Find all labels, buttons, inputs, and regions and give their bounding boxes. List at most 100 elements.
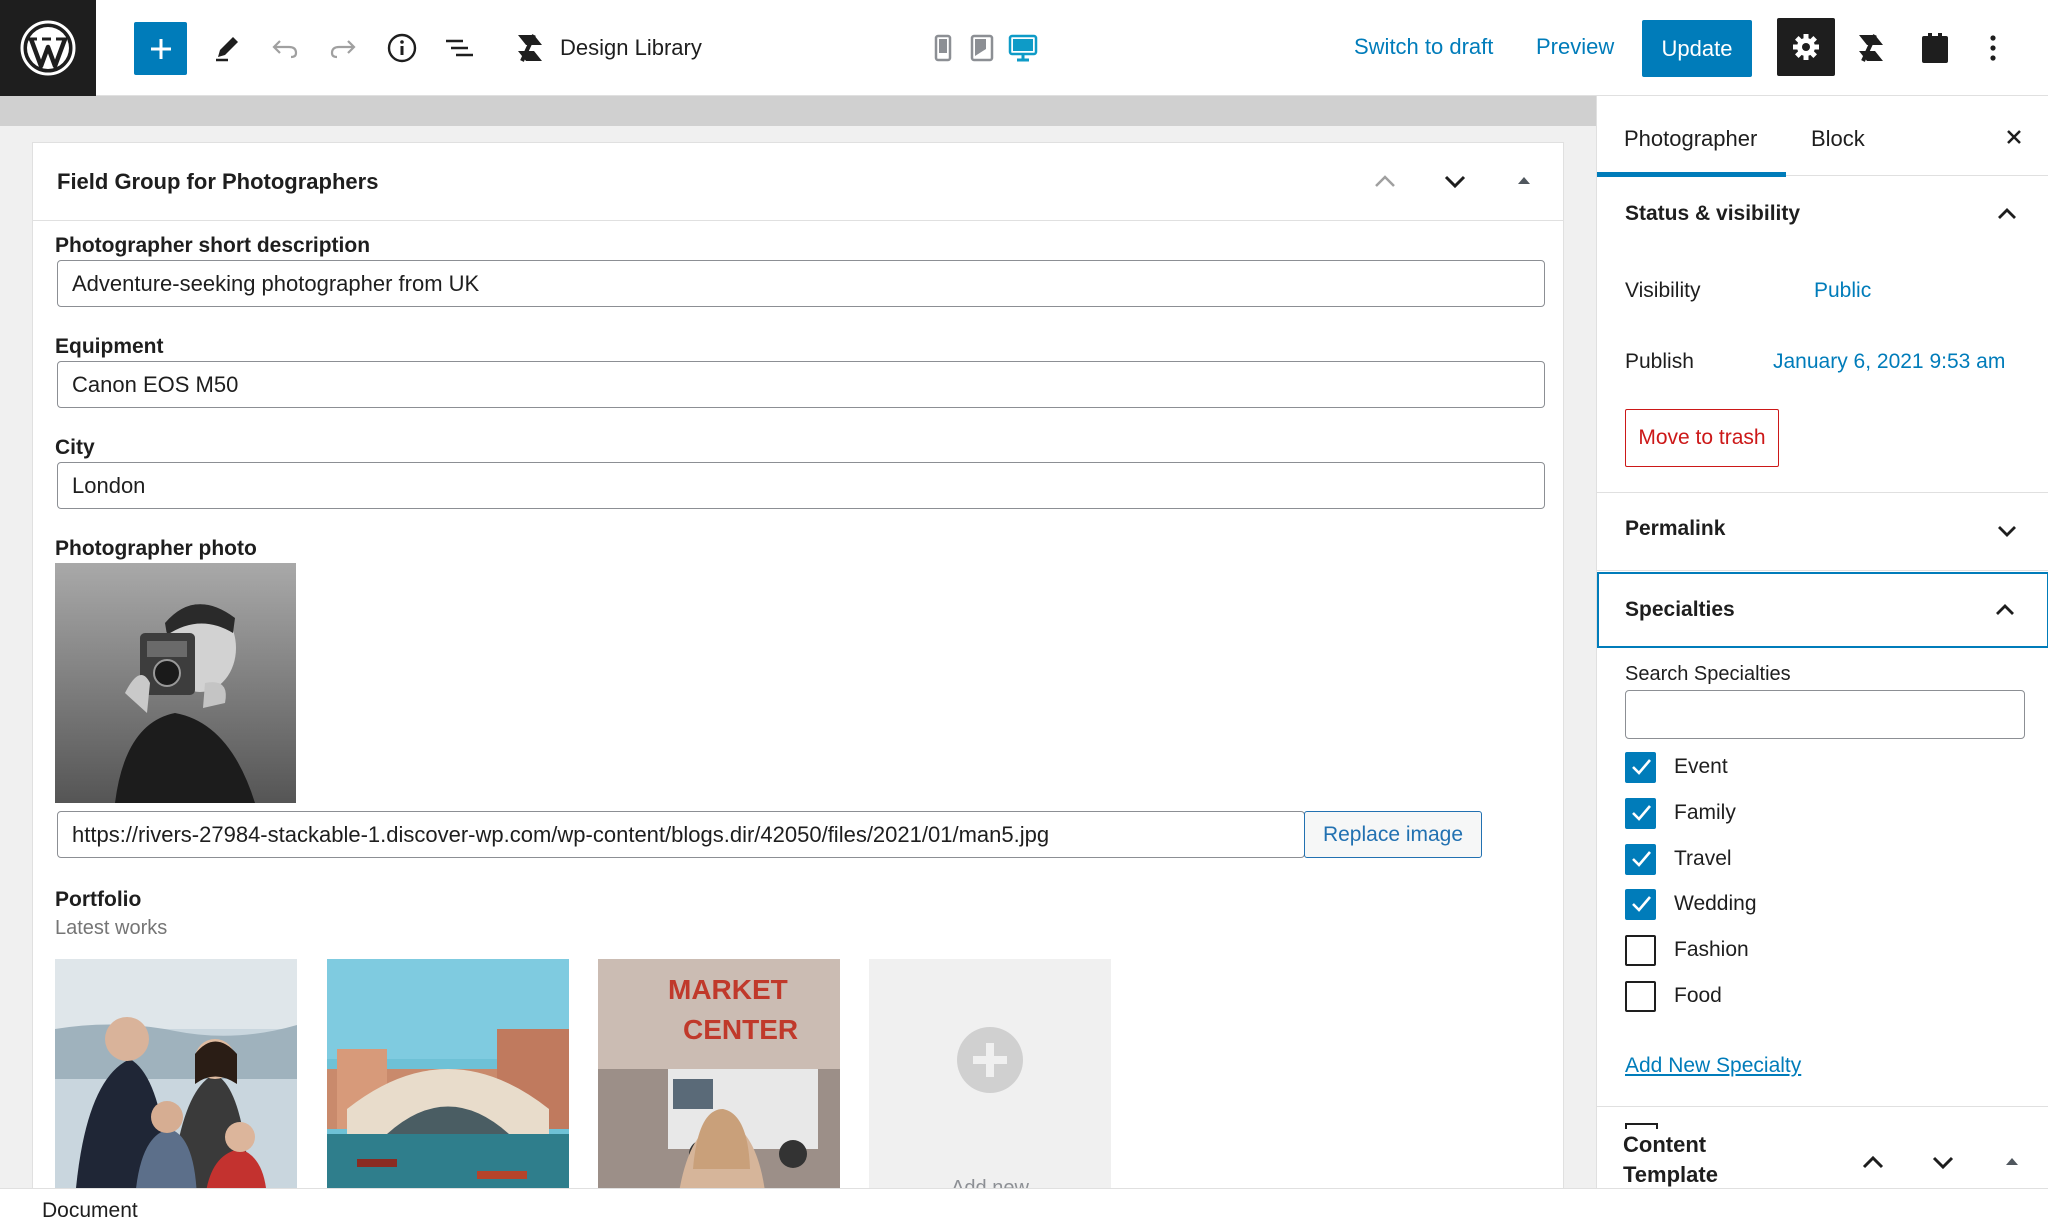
move-up-button[interactable]: [1371, 167, 1399, 195]
specialty-label: Travel: [1674, 847, 1732, 870]
mobile-preview-button[interactable]: [934, 34, 952, 62]
city-label: City: [55, 436, 95, 459]
stackable-settings-button[interactable]: [1842, 19, 1900, 77]
preview-button[interactable]: Preview: [1536, 34, 1614, 60]
chevron-up-icon: [1862, 1155, 1884, 1169]
plugin-button[interactable]: [1906, 19, 1964, 77]
pencil-icon: [216, 37, 238, 62]
city-input[interactable]: London: [57, 462, 1545, 509]
info-icon: [387, 33, 417, 63]
status-visibility-panel-header[interactable]: Status & visibility: [1597, 176, 2048, 254]
breadcrumb-document[interactable]: Document: [42, 1199, 138, 1223]
permalink-panel-header[interactable]: Permalink: [1597, 493, 2048, 571]
list-view-button[interactable]: [430, 19, 488, 77]
content-template-move-up-button[interactable]: [1859, 1148, 1887, 1176]
visibility-label: Visibility: [1625, 279, 1701, 302]
close-icon: [2007, 130, 2021, 144]
content-template-move-down-button[interactable]: [1929, 1148, 1957, 1176]
metabox-header: Field Group for Photographers: [33, 143, 1563, 221]
more-vertical-icon: [1990, 35, 1996, 61]
content-template-toggle-button[interactable]: [2001, 1150, 2023, 1172]
checkbox-unchecked[interactable]: [1625, 934, 1656, 966]
plus-circle-icon: [957, 1027, 1023, 1093]
checkbox-checked[interactable]: [1625, 843, 1656, 875]
plus-icon: [150, 38, 171, 59]
specialty-label: Event: [1674, 755, 1728, 778]
portfolio-thumb-market[interactable]: MARKET CENTER: [598, 959, 840, 1188]
equipment-input[interactable]: Canon EOS M50: [57, 361, 1545, 408]
search-specialties-input[interactable]: [1625, 690, 2025, 739]
checkbox-checked[interactable]: [1625, 888, 1656, 920]
specialties-title: Specialties: [1625, 598, 1735, 621]
replace-image-button[interactable]: Replace image: [1304, 811, 1482, 858]
specialty-label: Wedding: [1674, 892, 1757, 915]
undo-button[interactable]: [256, 19, 314, 77]
triangle-up-icon: [2006, 1158, 2018, 1165]
chevron-up-icon: [1996, 604, 2014, 615]
specialty-item[interactable]: Family: [1625, 796, 1736, 830]
toggle-panel-button[interactable]: [1513, 169, 1535, 191]
mobile-icon: [934, 34, 952, 62]
add-new-specialty-link[interactable]: Add New Specialty: [1625, 1054, 1801, 1078]
specialty-item[interactable]: Fashion: [1625, 933, 1749, 967]
move-down-button[interactable]: [1441, 167, 1469, 195]
desktop-icon: [1008, 34, 1038, 62]
stackable-icon: [1859, 34, 1883, 62]
editor-canvas: Field Group for Photographers Photograph…: [0, 96, 1596, 1188]
chevron-up-icon: [1998, 208, 2016, 219]
checkbox-unchecked[interactable]: [1625, 980, 1656, 1012]
specialty-label: Food: [1674, 984, 1722, 1007]
specialty-item[interactable]: Event: [1625, 750, 1728, 784]
specialty-item[interactable]: Food: [1625, 979, 1722, 1013]
checkmark-icon: [1631, 896, 1651, 912]
photographer-photo[interactable]: [55, 563, 296, 803]
chevron-down-icon: [1998, 526, 2016, 537]
checkbox-checked[interactable]: [1625, 797, 1656, 829]
tab-block[interactable]: Block: [1811, 126, 1865, 152]
edit-tools-button[interactable]: [198, 19, 256, 77]
specialties-panel-header[interactable]: Specialties: [1597, 572, 2048, 648]
chevron-down-icon: [1444, 175, 1466, 189]
update-button[interactable]: Update: [1642, 20, 1752, 77]
chevron-up-icon: [1375, 175, 1395, 187]
publish-label: Publish: [1625, 350, 1694, 373]
checkbox-checked[interactable]: [1625, 751, 1656, 783]
photographer-image: [55, 563, 296, 803]
portfolio-image: [327, 959, 569, 1188]
specialty-item[interactable]: Travel: [1625, 842, 1732, 876]
search-specialties-label: Search Specialties: [1625, 663, 1791, 685]
tab-photographer[interactable]: Photographer: [1624, 126, 1757, 152]
portfolio-thumb-venice[interactable]: [327, 959, 569, 1188]
design-library-button[interactable]: Design Library: [514, 28, 702, 68]
add-block-button[interactable]: [134, 22, 187, 75]
photo-url-input[interactable]: https://rivers-27984-stackable-1.discove…: [57, 811, 1305, 858]
portfolio-thumb-family[interactable]: [55, 959, 297, 1188]
checkbox-partially-hidden[interactable]: [1625, 1123, 1658, 1129]
status-visibility-title: Status & visibility: [1625, 202, 1801, 225]
add-portfolio-item-button[interactable]: Add new: [869, 959, 1111, 1188]
short-description-input[interactable]: Adventure-seeking photographer from UK: [57, 260, 1545, 307]
gear-icon: [1793, 34, 1819, 60]
editor-toolbar: Design Library Switch to draft Preview U…: [0, 0, 2048, 96]
publish-date-link[interactable]: January 6, 2021 9:53 am: [1773, 350, 2005, 374]
details-button[interactable]: [373, 19, 431, 77]
desktop-preview-button[interactable]: [1008, 34, 1038, 62]
more-options-button[interactable]: [1964, 19, 2022, 77]
add-new-label: Add new: [951, 1177, 1029, 1188]
sidebar-tabs: Photographer Block: [1597, 96, 2048, 177]
tablet-preview-button[interactable]: [970, 34, 994, 62]
specialty-label: Fashion: [1674, 938, 1749, 961]
move-to-trash-button[interactable]: Move to trash: [1625, 409, 1779, 467]
specialty-item[interactable]: Wedding: [1625, 887, 1757, 921]
specialty-label: Family: [1674, 801, 1736, 824]
visibility-value-link[interactable]: Public: [1814, 279, 1871, 303]
close-sidebar-button[interactable]: [2003, 126, 2025, 148]
switch-to-draft-button[interactable]: Switch to draft: [1354, 34, 1493, 60]
market-sign: MARKET: [668, 974, 788, 1005]
undo-icon: [272, 40, 298, 59]
metabox-title: Field Group for Photographers: [57, 169, 379, 194]
redo-button[interactable]: [314, 19, 372, 77]
settings-button[interactable]: [1777, 18, 1835, 76]
wordpress-logo-icon[interactable]: [0, 0, 96, 96]
photographer-photo-label: Photographer photo: [55, 537, 257, 560]
